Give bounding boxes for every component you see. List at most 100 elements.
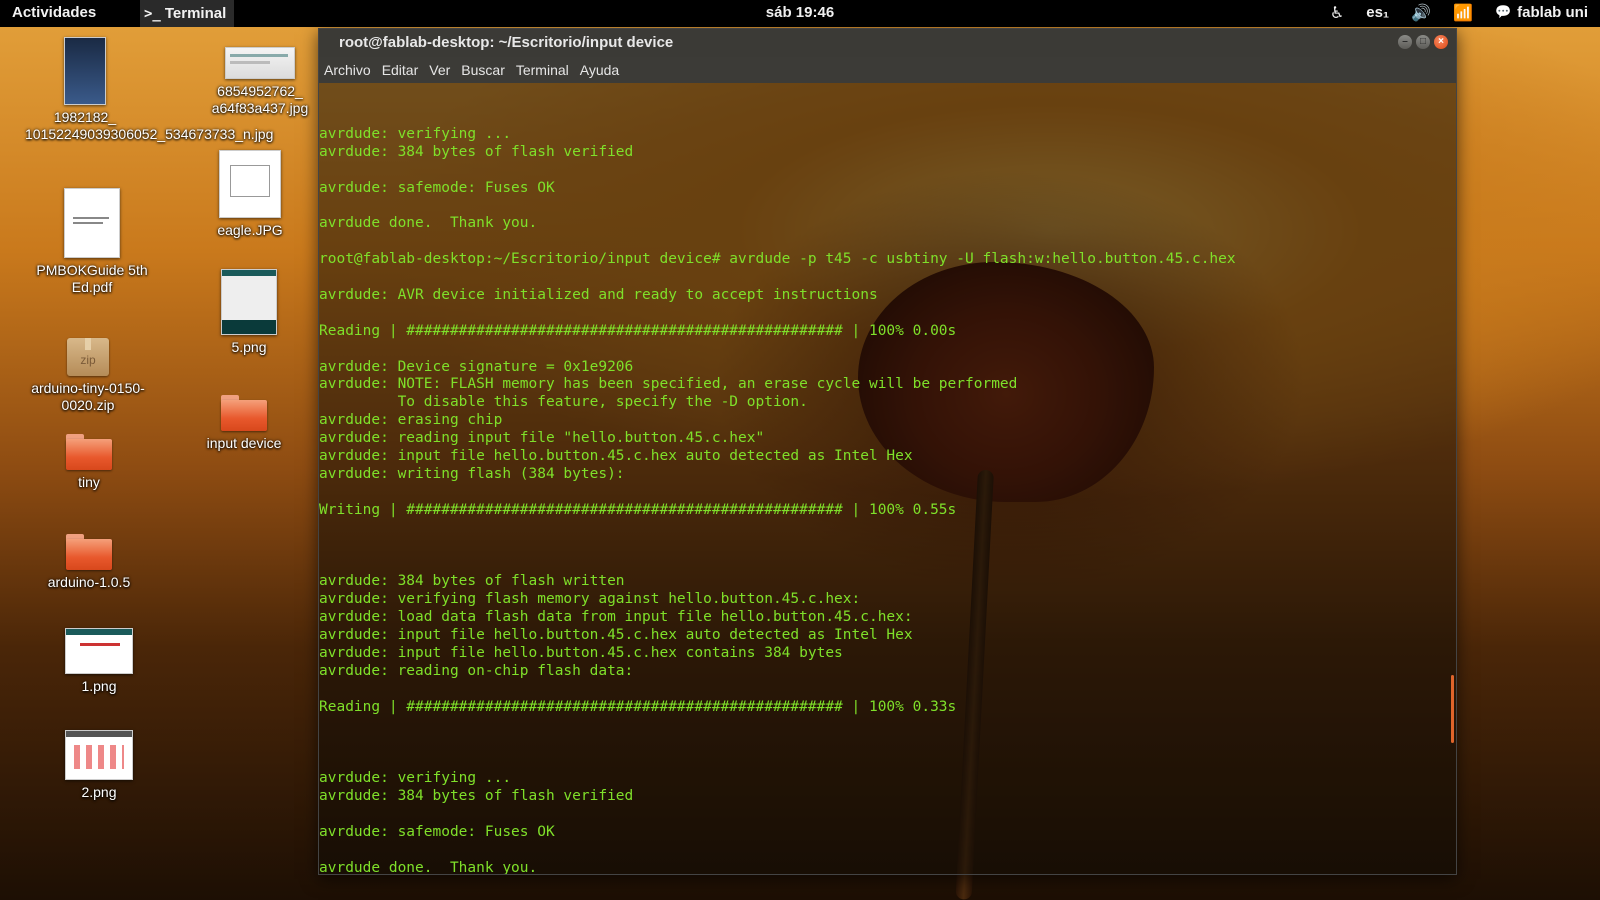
desktop-icon-label: tiny xyxy=(78,474,100,490)
wifi-icon[interactable]: 📶 xyxy=(1453,3,1473,22)
chat-status-icon: 💬 xyxy=(1494,5,1512,20)
desktop-icon-label: 6854952762_ a64f83a437.jpg xyxy=(211,83,309,116)
folder-icon xyxy=(66,534,112,570)
desktop-icon-label: PMBOKGuide 5th Ed.pdf xyxy=(36,262,148,295)
desktop-icon-2-png[interactable]: 2.png xyxy=(39,730,159,801)
window-title: root@fablab-desktop: ~/Escritorio/input … xyxy=(339,34,674,51)
top-panel: Actividades >_ Terminal sáb 19:46 ♿ es₁ … xyxy=(0,0,1600,27)
desktop-icon-label: 1.png xyxy=(81,678,117,694)
minimize-button[interactable]: – xyxy=(1398,35,1412,49)
menu-ayuda[interactable]: Ayuda xyxy=(580,62,619,78)
terminal-line: avrdude: NOTE: FLASH memory has been spe… xyxy=(319,376,1018,393)
close-button[interactable]: × xyxy=(1434,35,1448,49)
terminal-line: avrdude: reading input file "hello.butto… xyxy=(319,430,765,447)
terminal-line: avrdude: Device signature = 0x1e9206 xyxy=(319,358,634,375)
desktop-icon-1-png[interactable]: 1.png xyxy=(39,628,159,695)
user-name: fablab uni xyxy=(1517,4,1588,21)
zip-archive-icon: zip xyxy=(67,338,109,376)
desktop-icon-label: arduino-1.0.5 xyxy=(47,574,131,590)
menu-ver[interactable]: Ver xyxy=(429,62,450,78)
terminal-line: avrdude: 384 bytes of flash verified xyxy=(319,143,634,160)
desktop-icon-tiny-folder[interactable]: tiny xyxy=(29,434,149,491)
window-titlebar[interactable]: root@fablab-desktop: ~/Escritorio/input … xyxy=(319,29,1456,57)
terminal-line: avrdude: writing flash (384 bytes): xyxy=(319,465,625,482)
maximize-button[interactable]: □ xyxy=(1416,35,1430,49)
terminal-window[interactable]: root@fablab-desktop: ~/Escritorio/input … xyxy=(318,28,1457,875)
terminal-line: avrdude: verifying ... xyxy=(319,126,512,142)
image-thumbnail-icon xyxy=(65,730,133,780)
desktop-icon-5-png[interactable]: 5.png xyxy=(189,269,309,356)
menu-editar[interactable]: Editar xyxy=(382,62,419,78)
terminal-line: Writing | ##############################… xyxy=(319,501,957,518)
terminal-line: avrdude: 384 bytes of flash written xyxy=(319,573,625,590)
terminal-line: avrdude done. Thank you. xyxy=(319,215,538,232)
desktop-icon-label: 5.png xyxy=(231,339,267,355)
window-controls: – □ × xyxy=(1398,35,1448,49)
terminal-line: avrdude: AVR device initialized and read… xyxy=(319,287,878,304)
scrollbar-thumb[interactable] xyxy=(1451,675,1454,743)
terminal-line: root@fablab-desktop:~/Escritorio/input d… xyxy=(319,251,1236,268)
image-thumbnail-icon xyxy=(221,269,277,335)
menu-buscar[interactable]: Buscar xyxy=(461,62,505,78)
app-menu-terminal[interactable]: >_ Terminal xyxy=(140,0,235,27)
terminal-line: To disable this feature, specify the -D … xyxy=(319,394,808,411)
desktop-icon-photo-6854952762[interactable]: 6854952762_ a64f83a437.jpg xyxy=(195,47,325,117)
desktop-icon-pmbok-pdf[interactable]: PMBOKGuide 5th Ed.pdf xyxy=(32,188,152,296)
desktop-icon-arduino-folder[interactable]: arduino-1.0.5 xyxy=(29,534,149,591)
activities-button[interactable]: Actividades xyxy=(12,4,96,21)
terminal-line: Reading | ##############################… xyxy=(319,698,957,715)
image-thumbnail-icon xyxy=(65,628,133,674)
pdf-document-icon xyxy=(64,188,120,258)
desktop-icon-arduino-tiny-zip[interactable]: zip arduino-tiny-0150-0020.zip xyxy=(28,338,148,414)
keyboard-layout-indicator[interactable]: es₁ xyxy=(1366,4,1389,21)
desktop-icon-label: 1982182_ 10152249039306052_534673733_n.j… xyxy=(25,109,274,142)
terminal-line: avrdude: input file hello.button.45.c.he… xyxy=(319,626,913,643)
terminal-output[interactable]: avrdude: verifying ... avrdude: 384 bytes… xyxy=(319,83,1456,874)
desktop-icon-eagle-jpg[interactable]: eagle.JPG xyxy=(190,150,310,239)
terminal-line: Reading | ##############################… xyxy=(319,322,957,339)
desktop-icon-input-device-folder[interactable]: input device xyxy=(184,395,304,452)
terminal-line: avrdude: safemode: Fuses OK xyxy=(319,823,555,840)
folder-icon xyxy=(221,395,267,431)
menu-terminal[interactable]: Terminal xyxy=(516,62,569,78)
terminal-line: avrdude: 384 bytes of flash verified xyxy=(319,787,634,804)
desktop-icon-label: 2.png xyxy=(81,784,117,800)
system-tray: ♿ es₁ 🔊 📶 💬 fablab uni xyxy=(1330,3,1588,22)
clock-label[interactable]: sáb 19:46 xyxy=(766,4,834,21)
terminal-line: avrdude: load data flash data from input… xyxy=(319,609,913,626)
accessibility-icon[interactable]: ♿ xyxy=(1330,3,1344,22)
terminal-line: avrdude: input file hello.button.45.c.he… xyxy=(319,448,913,465)
terminal-line: avrdude: reading on-chip flash data: xyxy=(319,662,634,679)
user-menu[interactable]: 💬 fablab uni xyxy=(1495,4,1588,21)
image-thumbnail-icon xyxy=(225,47,295,79)
volume-icon[interactable]: 🔊 xyxy=(1411,3,1431,22)
terminal-line: avrdude: verifying ... xyxy=(319,770,512,787)
terminal-app-icon: >_ xyxy=(144,5,161,22)
desktop-icon-label: eagle.JPG xyxy=(217,222,283,238)
terminal-menubar: Archivo Editar Ver Buscar Terminal Ayuda xyxy=(319,57,1456,83)
image-thumbnail-icon xyxy=(64,37,106,105)
menu-archivo[interactable]: Archivo xyxy=(324,62,371,78)
desktop-icon-label: arduino-tiny-0150-0020.zip xyxy=(31,380,145,413)
app-menu-label: Terminal xyxy=(164,5,227,22)
desktop-icon-label: input device xyxy=(206,435,282,451)
image-thumbnail-icon xyxy=(219,150,281,218)
terminal-line: avrdude: input file hello.button.45.c.he… xyxy=(319,644,843,661)
terminal-line: avrdude: safemode: Fuses OK xyxy=(319,179,555,196)
desktop-icon-photo-1982182[interactable]: 1982182_ 10152249039306052_534673733_n.j… xyxy=(25,37,274,143)
